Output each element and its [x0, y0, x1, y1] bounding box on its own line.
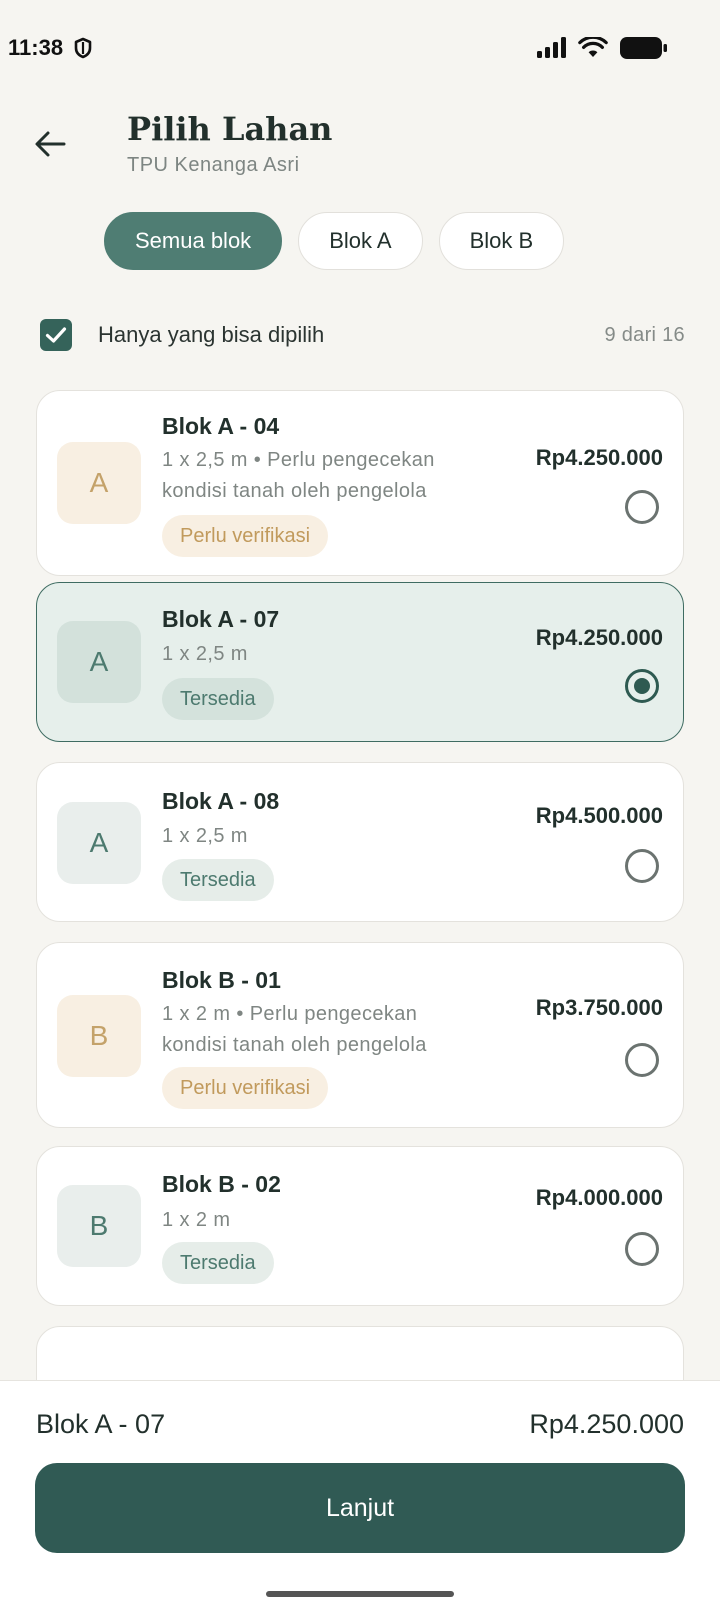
selection-summary: Blok A - 07 Rp4.250.000 Lanjut: [0, 1380, 720, 1616]
plot-description: 1 x 2,5 m: [162, 825, 248, 847]
selected-plot-price: Rp4.250.000: [529, 1409, 684, 1439]
plot-description: 1 x 2,5 m • Perlu pengecekan kondisi tan…: [162, 449, 435, 502]
page-header: Pilih Lahan TPU Kenanga Asri: [0, 104, 720, 194]
selected-plot-name: Blok A - 07: [36, 1409, 166, 1439]
status-time: 11:38: [8, 35, 64, 60]
shield-icon: [74, 37, 92, 59]
chip-blok-a[interactable]: Blok A: [298, 212, 423, 270]
plot-name: Blok A - 07: [162, 606, 280, 632]
block-letter-avatar: A: [57, 621, 141, 703]
status-badge: Perlu verifikasi: [162, 1067, 329, 1109]
plot-radio[interactable]: [625, 1043, 659, 1077]
page-subtitle: TPU Kenanga Asri: [127, 154, 300, 176]
arrow-left-icon: [35, 131, 66, 157]
available-only-checkbox[interactable]: [40, 319, 72, 351]
plot-radio[interactable]: [625, 849, 659, 883]
plot-card[interactable]: A Blok A - 07 1 x 2,5 m Tersedia Rp4.250…: [36, 582, 684, 742]
plot-price: Rp4.250.000: [535, 445, 663, 470]
chip-semua-blok[interactable]: Semua blok: [104, 212, 283, 270]
check-icon: [45, 327, 67, 343]
signal-icon: [537, 37, 566, 58]
plot-description: 1 x 2 m: [162, 1209, 231, 1231]
available-only-label: Hanya yang bisa dipilih: [98, 322, 325, 347]
status-badge: Perlu verifikasi: [162, 515, 329, 557]
plot-price: Rp4.500.000: [535, 803, 663, 828]
plot-price: Rp3.750.000: [535, 995, 663, 1020]
home-indicator[interactable]: [266, 1591, 454, 1597]
battery-icon: [620, 37, 667, 59]
block-filter-chips: Semua blok Blok A Blok B: [104, 212, 565, 270]
plot-radio[interactable]: [625, 490, 659, 524]
chip-blok-b[interactable]: Blok B: [438, 212, 565, 270]
page-title: Pilih Lahan: [127, 110, 333, 148]
plot-name: Blok B - 02: [162, 1171, 281, 1197]
status-badge: Tersedia: [162, 678, 274, 720]
plot-card[interactable]: A Blok A - 04 1 x 2,5 m • Perlu pengecek…: [36, 390, 684, 576]
plot-price: Rp4.250.000: [535, 625, 663, 650]
plot-description: 1 x 2 m • Perlu pengecekan kondisi tanah…: [162, 1003, 427, 1056]
plot-name: Blok A - 04: [162, 413, 280, 439]
plot-radio[interactable]: [625, 1232, 659, 1266]
back-button[interactable]: [28, 122, 72, 166]
block-letter-avatar: B: [57, 1185, 141, 1267]
result-count: 9 dari 16: [604, 323, 685, 346]
block-letter-avatar: B: [57, 995, 141, 1077]
status-badge: Tersedia: [162, 1242, 274, 1284]
plot-card[interactable]: B Blok B - 01 1 x 2 m • Perlu pengecekan…: [36, 942, 684, 1128]
block-letter-avatar: A: [57, 802, 141, 884]
plot-price: Rp4.000.000: [535, 1185, 663, 1210]
plot-card[interactable]: B Blok B - 02 1 x 2 m Tersedia Rp4.000.0…: [36, 1146, 684, 1306]
continue-button[interactable]: Lanjut: [35, 1463, 685, 1553]
plot-description: 1 x 2,5 m: [162, 643, 248, 665]
plot-card[interactable]: A Blok A - 08 1 x 2,5 m Tersedia Rp4.500…: [36, 762, 684, 922]
wifi-icon: [578, 37, 608, 57]
plot-name: Blok A - 08: [162, 788, 280, 814]
status-badge: Tersedia: [162, 859, 274, 901]
status-bar: 11:38: [0, 0, 720, 96]
plot-radio[interactable]: [625, 669, 659, 703]
plot-name: Blok B - 01: [162, 967, 281, 993]
block-letter-avatar: A: [57, 442, 141, 524]
availability-filter: Hanya yang bisa dipilih 9 dari 16: [40, 318, 685, 352]
